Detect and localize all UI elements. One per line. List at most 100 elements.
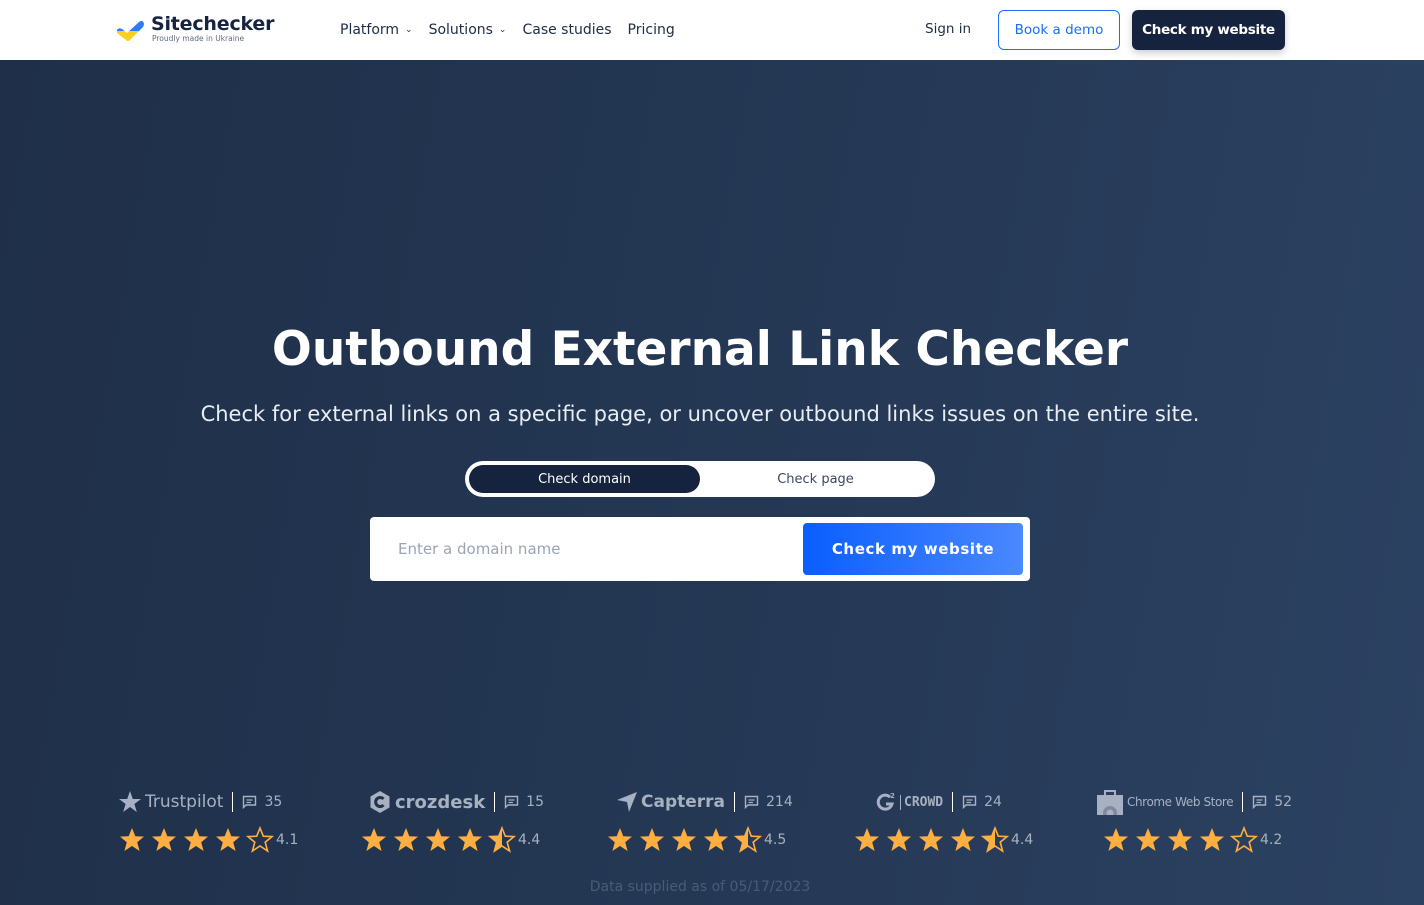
divider — [494, 792, 496, 812]
review-count-value: 15 — [526, 794, 544, 810]
star-full-icon — [1136, 828, 1160, 851]
sign-in-link[interactable]: Sign in — [925, 21, 971, 37]
comment-icon — [243, 795, 257, 809]
book-demo-button[interactable]: Book a demo — [998, 10, 1120, 50]
domain-input[interactable] — [398, 517, 798, 581]
chevron-down-icon: ⌄ — [405, 25, 413, 35]
review-count: 52 — [1252, 794, 1292, 810]
top-header: Sitechecker Proudly made in Ukraine Plat… — [0, 0, 1424, 60]
heart-check-logo-icon — [117, 20, 144, 41]
star-empty-icon — [246, 826, 274, 853]
star-full-icon — [1104, 828, 1128, 851]
capterra-brand: Capterra — [616, 791, 725, 813]
header-check-website-button[interactable]: Check my website — [1132, 10, 1285, 50]
logo[interactable]: Sitechecker Proudly made in Ukraine — [115, 13, 274, 46]
ratings-row: Trustpilot 35 4.1 crozdesk 15 4.4 Capter… — [0, 788, 1424, 868]
nav-pricing[interactable]: Pricing — [628, 22, 675, 38]
page-title: Outbound External Link Checker — [271, 322, 1129, 377]
star-rating: 4.1 — [118, 826, 298, 854]
comment-icon — [504, 795, 519, 809]
rating-score: 4.4 — [518, 832, 541, 848]
star-rating: 4.2 — [1102, 826, 1292, 854]
brand-name: crozdesk — [395, 791, 486, 813]
logo-name: Sitechecker — [151, 13, 275, 35]
divider — [952, 792, 954, 812]
tab-check-page[interactable]: Check page — [700, 465, 931, 493]
star-full-icon — [458, 828, 482, 851]
star-full-icon — [152, 828, 176, 851]
crozdesk-logo-icon — [370, 791, 390, 813]
star-full-icon — [919, 828, 943, 851]
rating-g2-crowd[interactable]: 2 CROWD 24 4.4 — [853, 788, 1033, 868]
star-full-icon — [887, 828, 911, 851]
star-full-icon — [184, 828, 208, 851]
star-full-icon — [608, 828, 632, 851]
star-full-icon — [640, 828, 664, 851]
star-full-icon — [1168, 828, 1192, 851]
rating-crozdesk[interactable]: crozdesk 15 4.4 — [360, 788, 544, 868]
check-website-button[interactable]: Check my website — [803, 523, 1023, 575]
star-half-icon — [981, 826, 1009, 853]
divider — [734, 792, 736, 812]
svg-text:2: 2 — [890, 792, 895, 800]
star-full-icon — [362, 828, 386, 851]
rating-trustpilot[interactable]: Trustpilot 35 4.1 — [118, 788, 298, 868]
rating-capterra[interactable]: Capterra 214 4.5 — [606, 788, 793, 868]
review-count: 214 — [744, 794, 793, 810]
star-half-icon — [488, 826, 516, 853]
check-mode-toggle: Check domain Check page — [465, 461, 935, 497]
rating-chrome-web-store[interactable]: Chrome Web Store 52 4.2 — [1096, 788, 1292, 868]
review-count-value: 24 — [984, 794, 1002, 810]
star-full-icon — [672, 828, 696, 851]
rating-score: 4.5 — [764, 832, 787, 848]
comment-icon — [744, 795, 759, 809]
star-full-icon — [120, 828, 144, 851]
page-subtitle: Check for external links on a specific p… — [200, 402, 1200, 426]
nav-pricing-label: Pricing — [627, 22, 675, 38]
star-full-icon — [704, 828, 728, 851]
data-supplied-note: Data supplied as of 05/17/2023 — [589, 879, 811, 895]
trustpilot-star-icon — [119, 791, 141, 812]
review-count: 24 — [962, 794, 1002, 810]
rating-score: 4.4 — [1011, 832, 1034, 848]
logo-tagline: Proudly made in Ukraine — [152, 34, 245, 43]
g2crowd-brand: 2 CROWD — [875, 791, 943, 813]
star-full-icon — [426, 828, 450, 851]
star-empty-icon — [1230, 826, 1258, 853]
review-count: 35 — [242, 794, 282, 810]
star-rating: 4.4 — [853, 826, 1033, 854]
star-full-icon — [1200, 828, 1224, 851]
comment-icon — [1252, 795, 1267, 809]
review-count: 15 — [504, 794, 544, 810]
star-half-icon — [734, 826, 762, 853]
brand-name: Capterra — [641, 792, 726, 812]
brand-name: CROWD — [900, 794, 943, 810]
brand-name: Trustpilot — [145, 792, 224, 812]
hero-section: Outbound External Link Checker Check for… — [0, 60, 1424, 905]
review-count-value: 52 — [1274, 794, 1293, 810]
star-rating: 4.4 — [360, 826, 544, 854]
review-count-value: 35 — [264, 794, 283, 810]
capterra-arrow-icon — [617, 792, 637, 812]
rating-score: 4.2 — [1260, 832, 1283, 848]
chrome-web-store-brand: Chrome Web Store — [1096, 789, 1234, 815]
nav-platform[interactable]: Platform ⌄ — [340, 22, 413, 38]
star-full-icon — [951, 828, 975, 851]
rating-score: 4.1 — [276, 832, 299, 848]
divider — [1242, 792, 1244, 812]
crozdesk-brand: crozdesk — [368, 790, 485, 814]
domain-search-form: Check my website — [370, 517, 1030, 581]
main-nav: Platform ⌄ Solutions ⌄ Case studies Pric… — [340, 0, 691, 60]
nav-solutions-label: Solutions — [428, 22, 493, 38]
review-count-value: 214 — [766, 794, 793, 810]
nav-case-studies[interactable]: Case studies — [522, 22, 611, 38]
chrome-web-store-icon — [1097, 790, 1123, 815]
nav-case-studies-label: Case studies — [522, 22, 612, 38]
nav-solutions[interactable]: Solutions ⌄ — [429, 22, 507, 38]
star-full-icon — [394, 828, 418, 851]
chevron-down-icon: ⌄ — [498, 25, 507, 35]
divider — [232, 792, 234, 812]
trustpilot-brand: Trustpilot — [118, 790, 223, 814]
g2-logo-icon: 2 — [876, 792, 895, 811]
tab-check-domain[interactable]: Check domain — [469, 465, 700, 493]
